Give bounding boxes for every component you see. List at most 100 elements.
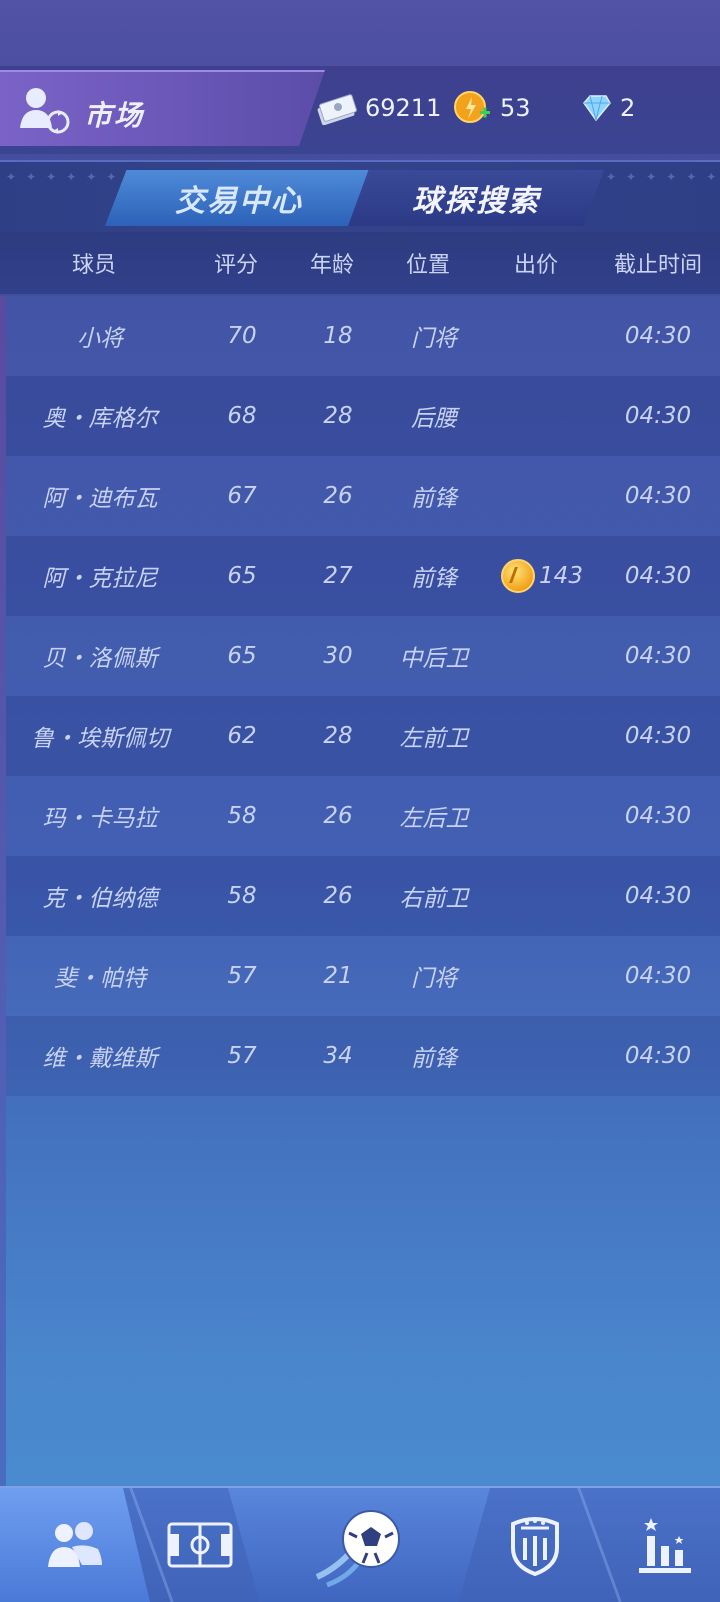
cell-age: 27 [323, 563, 353, 589]
coins-display[interactable]: 53 [452, 90, 531, 126]
cell-age: 30 [323, 643, 353, 669]
coin-icon [501, 559, 536, 593]
cell-player: 阿・克拉尼 [42, 566, 158, 592]
cell-position: 左后卫 [399, 806, 469, 832]
tab-trade-center-label: 交易中心 [175, 184, 303, 219]
col-position[interactable]: 位置 [380, 247, 476, 279]
cell-age: 26 [323, 483, 353, 509]
col-bid[interactable]: 出价 [476, 247, 596, 279]
cash-icon [317, 94, 357, 125]
bid-amount: 143 [539, 563, 583, 589]
player-list: 小将 70 18 门将 04:30 奥・库格尔 68 28 后腰 04:30 阿… [6, 296, 720, 1096]
bottom-nav [0, 1486, 720, 1602]
cell-position: 后腰 [411, 406, 457, 432]
table-row[interactable]: 斐・帕特 57 21 门将 04:30 [6, 936, 720, 1016]
tab-trade-center[interactable]: 交易中心 [105, 170, 373, 226]
cell-rating: 57 [227, 963, 257, 989]
cash-value: 69211 [365, 94, 442, 122]
cell-age: 26 [323, 803, 353, 829]
col-deadline[interactable]: 截止时间 [596, 247, 720, 279]
col-rating[interactable]: 评分 [188, 247, 284, 279]
decor-stars-right: ✦✦✦✦✦✦✦✦✦✦✦✦✦✦✦✦ [606, 170, 716, 184]
diamond-icon [583, 95, 611, 122]
table-row[interactable]: 鲁・埃斯佩切 62 28 左前卫 04:30 [6, 696, 720, 776]
cell-position: 前锋 [411, 486, 457, 512]
cell-deadline: 04:30 [624, 1043, 692, 1069]
col-age[interactable]: 年龄 [284, 247, 380, 279]
cell-deadline: 04:30 [624, 483, 692, 509]
title-panel: 市场 [0, 70, 325, 146]
cell-rating: 58 [227, 803, 257, 829]
cell-rating: 65 [227, 563, 257, 589]
cell-player: 维・戴维斯 [42, 1046, 158, 1072]
cell-deadline: 04:30 [624, 963, 692, 989]
cell-age: 26 [323, 883, 353, 909]
cell-deadline: 04:30 [624, 323, 692, 349]
football-icon [315, 1510, 400, 1588]
cell-position: 门将 [411, 966, 457, 992]
nav-club[interactable] [490, 1488, 580, 1602]
cell-deadline: 04:30 [624, 643, 692, 669]
cell-player: 阿・迪布瓦 [42, 486, 158, 512]
cell-player: 斐・帕特 [54, 966, 146, 992]
cell-rating: 58 [227, 883, 257, 909]
cell-age: 18 [323, 323, 353, 349]
cell-player: 克・伯纳德 [42, 886, 158, 912]
players-icon [48, 1522, 102, 1567]
cell-position: 中后卫 [399, 646, 469, 672]
coins-value: 53 [500, 94, 531, 122]
table-row[interactable]: 克・伯纳德 58 26 右前卫 04:30 [6, 856, 720, 936]
table-row[interactable]: 贝・洛佩斯 65 30 中后卫 04:30 [6, 616, 720, 696]
cell-position: 门将 [411, 326, 457, 352]
cell-position: 前锋 [411, 566, 457, 592]
cell-deadline: 04:30 [624, 803, 692, 829]
col-player[interactable]: 球员 [0, 247, 188, 279]
cell-rating: 57 [227, 1043, 257, 1069]
table-row[interactable]: 玛・卡马拉 58 26 左后卫 04:30 [6, 776, 720, 856]
nav-ranking[interactable] [610, 1488, 720, 1602]
cell-deadline: 04:30 [624, 403, 692, 429]
nav-players[interactable] [0, 1488, 150, 1602]
cell-bid: 143 [482, 559, 602, 593]
tab-scout-search[interactable]: 球探搜索 [348, 170, 604, 226]
pitch-icon [167, 1522, 233, 1568]
cell-age: 28 [323, 403, 353, 429]
cell-player: 奥・库格尔 [42, 406, 158, 432]
cell-deadline: 04:30 [624, 563, 692, 589]
cell-age: 34 [323, 1043, 353, 1069]
tab-scout-search-label: 球探搜索 [412, 184, 540, 219]
table-row[interactable]: 阿・迪布瓦 67 26 前锋 04:30 [6, 456, 720, 536]
cell-position: 右前卫 [399, 886, 469, 912]
cell-rating: 62 [227, 723, 257, 749]
diamonds-display: 2 [580, 90, 635, 126]
table-row[interactable]: 阿・克拉尼 65 27 前锋 143 04:30 [6, 536, 720, 616]
cell-deadline: 04:30 [624, 723, 692, 749]
coin-add-icon[interactable] [452, 89, 492, 127]
table-row[interactable]: 维・戴维斯 57 34 前锋 04:30 [6, 1016, 720, 1096]
tab-bar: ✦✦✦✦✦✦✦✦✦✦✦✦✦✦✦✦ 交易中心 球探搜索 ✦✦✦✦✦✦✦✦✦✦✦✦✦… [0, 160, 720, 232]
cell-player: 贝・洛佩斯 [42, 646, 158, 672]
cell-deadline: 04:30 [624, 883, 692, 909]
diamonds-value: 2 [620, 94, 636, 122]
cell-age: 28 [323, 723, 353, 749]
cell-rating: 67 [227, 483, 257, 509]
cash-display: 69211 [315, 90, 441, 126]
status-strip [0, 0, 720, 66]
cell-player: 小将 [77, 326, 123, 352]
cell-rating: 68 [227, 403, 257, 429]
cell-position: 前锋 [411, 1046, 457, 1072]
cell-age: 21 [323, 963, 353, 989]
table-row[interactable]: 奥・库格尔 68 28 后腰 04:30 [6, 376, 720, 456]
page-title: 市场 [84, 99, 145, 132]
cell-position: 左前卫 [399, 726, 469, 752]
cell-rating: 65 [227, 643, 257, 669]
nav-match[interactable] [228, 1488, 490, 1602]
club-badge-icon [511, 1517, 559, 1576]
ranking-icon [639, 1518, 691, 1573]
table-row[interactable]: 小将 70 18 门将 04:30 [6, 296, 720, 376]
table-header: 球员 评分 年龄 位置 出价 截止时间 [0, 232, 720, 294]
decor-stars-left: ✦✦✦✦✦✦✦✦✦✦✦✦✦✦✦✦ [6, 170, 116, 184]
header-bar: 市场 69211 53 2 [0, 66, 720, 154]
cell-player: 玛・卡马拉 [42, 806, 158, 832]
market-transfer-icon [20, 88, 70, 134]
